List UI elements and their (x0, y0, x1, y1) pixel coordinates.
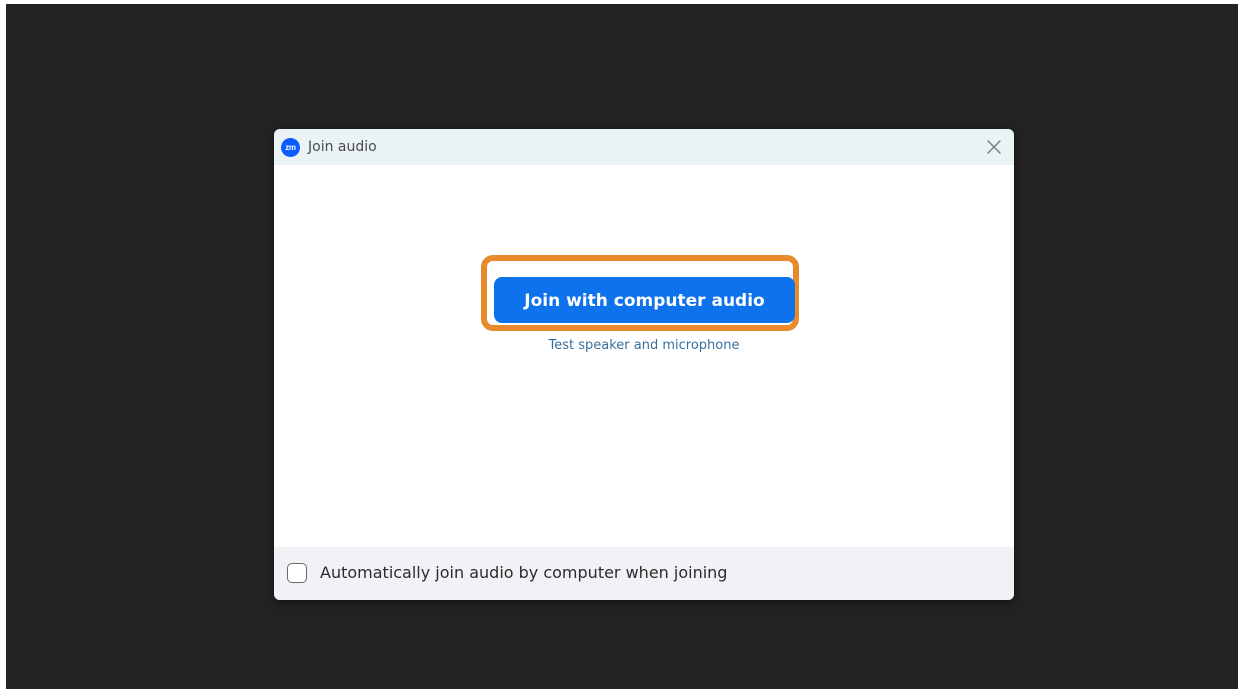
dialog-body: Join with computer audio Test speaker an… (274, 165, 1014, 547)
test-speaker-microphone-link[interactable]: Test speaker and microphone (274, 338, 1014, 354)
close-button[interactable] (984, 137, 1004, 157)
app-background: zm Join audio Join with computer audio T… (6, 4, 1238, 689)
auto-join-checkbox[interactable] (287, 563, 307, 583)
join-with-computer-audio-button[interactable]: Join with computer audio (494, 277, 795, 323)
dialog-titlebar: zm Join audio (274, 129, 1014, 165)
dialog-footer: Automatically join audio by computer whe… (274, 547, 1014, 600)
auto-join-label[interactable]: Automatically join audio by computer whe… (320, 563, 727, 583)
dialog-title: Join audio (308, 139, 377, 155)
close-icon (987, 140, 1001, 154)
join-audio-dialog: zm Join audio Join with computer audio T… (274, 129, 1014, 600)
zoom-logo-icon: zm (281, 138, 300, 157)
